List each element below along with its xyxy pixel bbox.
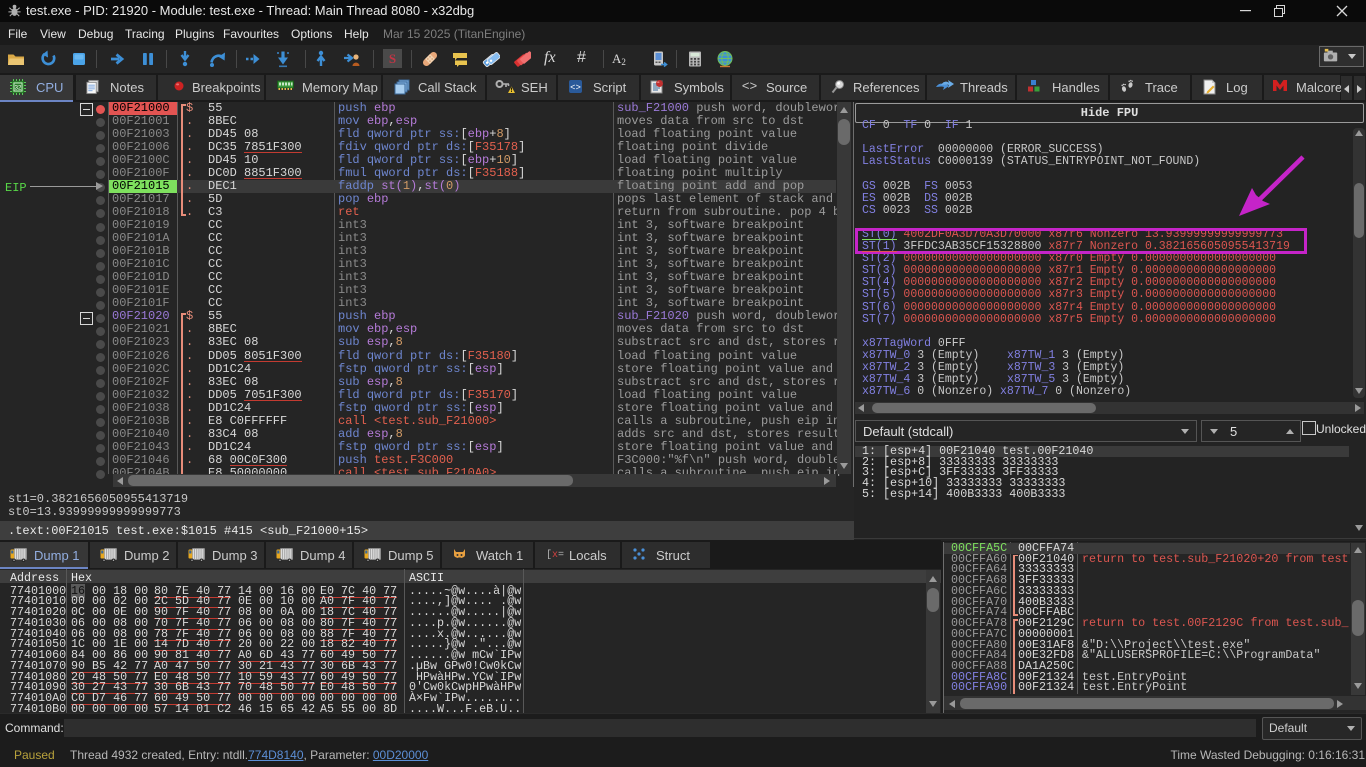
svg-text:<>: <> <box>742 79 758 92</box>
svg-text:32: 32 <box>15 86 22 92</box>
svg-text:!: ! <box>510 87 512 94</box>
svg-text:[x=]: [x=] <box>546 549 565 559</box>
svg-text:<>: <> <box>570 83 581 93</box>
